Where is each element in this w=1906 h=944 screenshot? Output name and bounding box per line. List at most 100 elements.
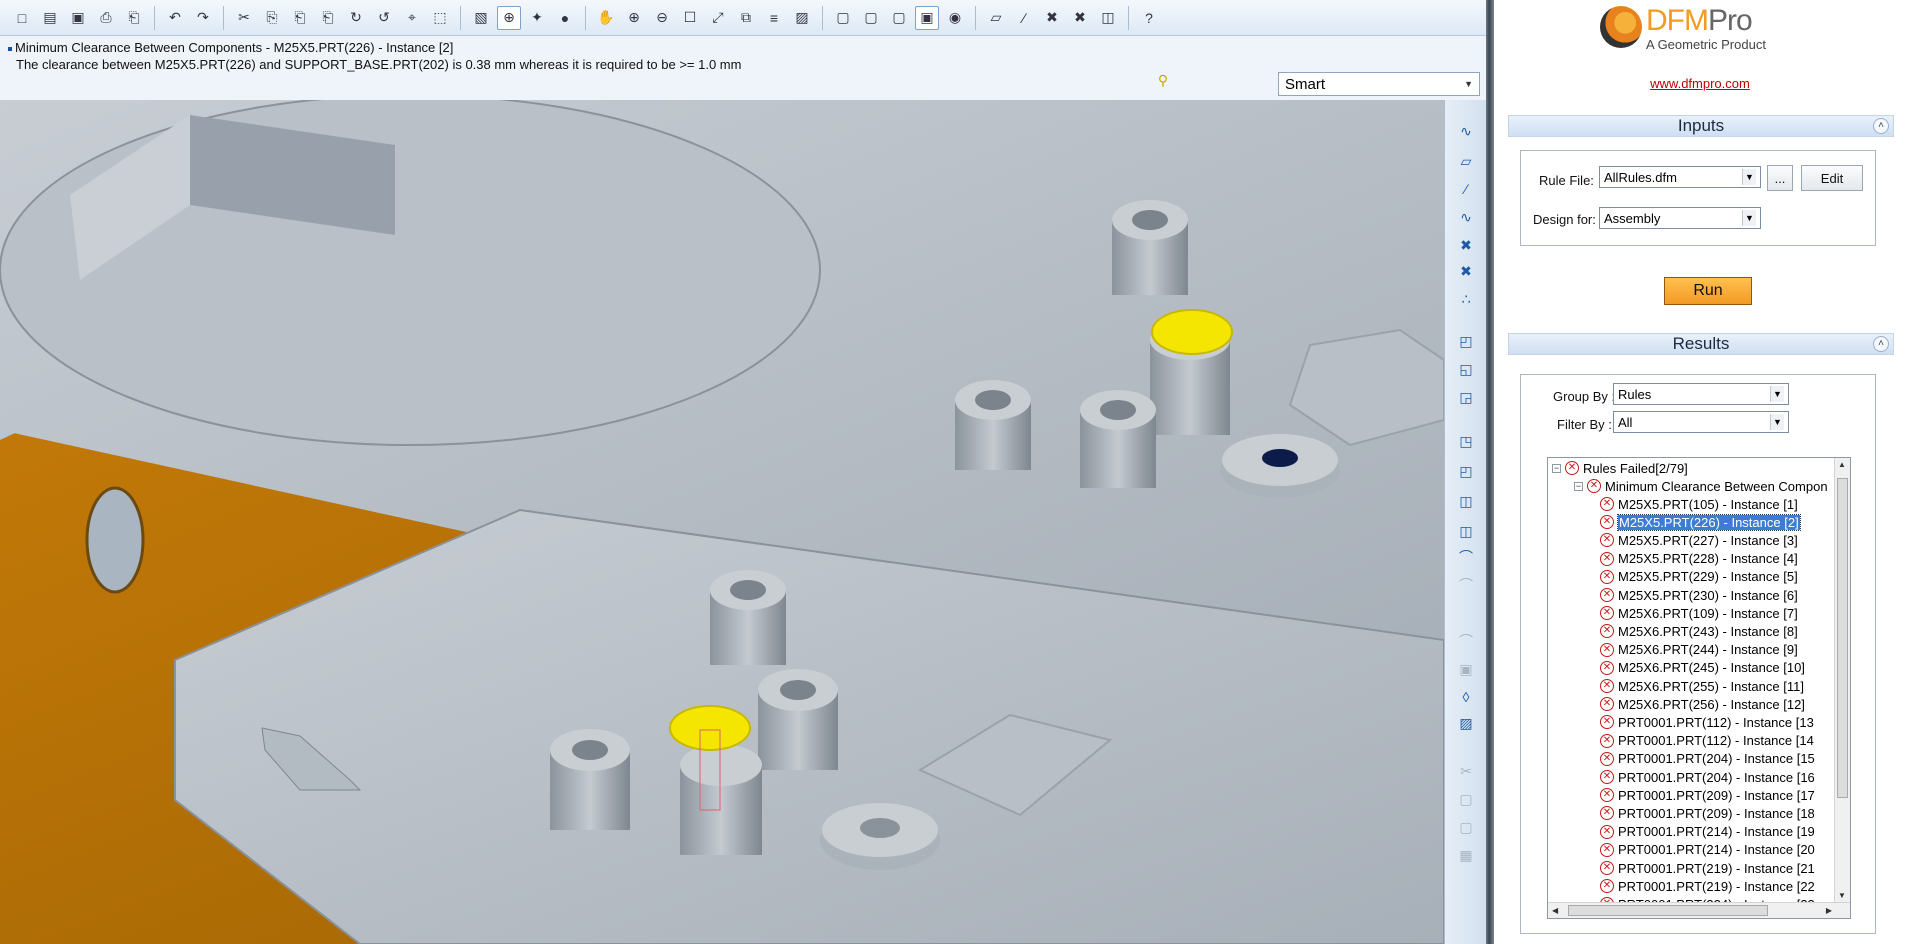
save-icon[interactable]: ▣ xyxy=(66,6,90,30)
3d-model-viewport[interactable] xyxy=(0,100,1444,944)
website-link[interactable]: www.dfmpro.com xyxy=(1494,76,1906,91)
results-section-header[interactable]: Results ˄ xyxy=(1508,333,1894,355)
tree-item[interactable]: ✕ PRT0001.PRT(112) - Instance [13 xyxy=(1600,713,1814,731)
hole-icon[interactable]: ◰ xyxy=(1454,460,1478,482)
shading-icon[interactable]: ▣ xyxy=(915,5,939,30)
select-box-icon[interactable]: ⬚ xyxy=(428,6,452,30)
inputs-section-header[interactable]: Inputs ˄ xyxy=(1508,115,1894,137)
tree-item[interactable]: ✕ M25X6.PRT(244) - Instance [9] xyxy=(1600,641,1798,659)
spin-center-icon[interactable]: ⊕ xyxy=(497,5,521,30)
context-help-icon[interactable]: ? xyxy=(1137,6,1161,30)
tree-item[interactable]: ✕ M25X5.PRT(105) - Instance [1] xyxy=(1600,495,1798,513)
view-manager-icon[interactable]: ▨ xyxy=(790,6,814,30)
group-by-dropdown[interactable]: Rules ▼ xyxy=(1613,383,1789,405)
layers-icon[interactable]: ≡ xyxy=(762,6,786,30)
csys-display-icon[interactable]: ✖ xyxy=(1068,6,1092,30)
sketch-icon[interactable]: ∿ xyxy=(1454,120,1478,142)
scroll-down-icon[interactable]: ▼ xyxy=(1838,891,1846,900)
revolve-icon[interactable]: ◱ xyxy=(1454,358,1478,380)
new-icon[interactable]: □ xyxy=(10,6,34,30)
blend-icon[interactable]: ◳ xyxy=(1454,430,1478,452)
point-icon[interactable]: ✖ xyxy=(1454,234,1478,256)
tree-item[interactable]: ✕ M25X6.PRT(256) - Instance [12] xyxy=(1600,695,1805,713)
chamfer-icon[interactable]: ◫ xyxy=(1454,520,1478,542)
horizontal-scroll-thumb[interactable] xyxy=(1568,905,1768,916)
analysis-icon[interactable]: ∴ xyxy=(1454,288,1478,310)
axis-icon[interactable]: ∕ xyxy=(1454,178,1478,200)
tree-item[interactable]: ✕ M25X5.PRT(226) - Instance [2] xyxy=(1600,513,1801,531)
hidden-line-icon[interactable]: ▢ xyxy=(859,6,883,30)
zoom-out-icon[interactable]: ⊖ xyxy=(650,6,674,30)
datum-display-icon[interactable]: ✦ xyxy=(525,6,549,30)
print-icon[interactable]: ⎙ xyxy=(94,6,118,30)
tree-item[interactable]: ✕ PRT0001.PRT(214) - Instance [20 xyxy=(1600,841,1815,859)
point-display-icon[interactable]: ✖ xyxy=(1040,6,1064,30)
repaint-icon[interactable]: ▧ xyxy=(469,6,493,30)
open-icon[interactable]: ▤ xyxy=(38,6,62,30)
draft-icon[interactable]: ⌒ xyxy=(1454,574,1478,596)
pan-icon[interactable]: ✋ xyxy=(594,6,618,30)
tree-item[interactable]: ✕ M25X6.PRT(255) - Instance [11] xyxy=(1600,677,1804,695)
vertical-scrollbar[interactable]: ▲ ▼ xyxy=(1834,458,1850,902)
regenerate-manager-icon[interactable]: ↺ xyxy=(372,6,396,30)
thicken-icon[interactable]: ▢ xyxy=(1454,816,1478,838)
tree-item[interactable]: ✕ PRT0001.PRT(219) - Instance [22 xyxy=(1600,877,1815,895)
collapse-node-icon[interactable]: − xyxy=(1574,481,1583,491)
tree-item[interactable]: ✕ PRT0001.PRT(219) - Instance [21 xyxy=(1600,859,1815,877)
vertical-scroll-thumb[interactable] xyxy=(1837,478,1848,798)
scroll-right-icon[interactable]: ▶ xyxy=(1826,906,1832,915)
collapse-results-icon[interactable]: ˄ xyxy=(1873,336,1889,352)
shading-edges-icon[interactable]: ◉ xyxy=(943,6,967,30)
tree-item[interactable]: ✕ PRT0001.PRT(204) - Instance [16 xyxy=(1600,768,1815,786)
offset-icon[interactable]: ▢ xyxy=(1454,788,1478,810)
plane-display-icon[interactable]: ▱ xyxy=(984,6,1008,30)
tree-item[interactable]: ✕ PRT0001.PRT(204) - Instance [15 xyxy=(1600,750,1815,768)
tree-item[interactable]: ✕ M25X6.PRT(243) - Instance [8] xyxy=(1600,622,1798,640)
axis-display-icon[interactable]: ∕ xyxy=(1012,6,1036,30)
csys-icon[interactable]: ✖ xyxy=(1454,260,1478,282)
sweep-icon[interactable]: ◲ xyxy=(1454,386,1478,408)
tree-item[interactable]: ✕ M25X6.PRT(109) - Instance [7] xyxy=(1600,604,1798,622)
edit-button[interactable]: Edit xyxy=(1801,165,1863,191)
tree-item[interactable]: ✕ M25X5.PRT(228) - Instance [4] xyxy=(1600,550,1798,568)
tree-item[interactable]: ✕ M25X5.PRT(230) - Instance [6] xyxy=(1600,586,1798,604)
trim-icon[interactable]: ✂ xyxy=(1454,760,1478,782)
round-icon[interactable]: ◫ xyxy=(1454,490,1478,512)
redo-icon[interactable]: ↷ xyxy=(191,6,215,30)
selection-filter-dropdown[interactable]: Smart ▼ xyxy=(1278,72,1480,96)
scroll-up-icon[interactable]: ▲ xyxy=(1838,460,1846,469)
horizontal-scrollbar[interactable]: ◀ ▶ xyxy=(1548,902,1850,918)
zoom-in-icon[interactable]: ⊕ xyxy=(622,6,646,30)
run-button[interactable]: Run xyxy=(1664,277,1752,305)
panel-splitter[interactable] xyxy=(1486,0,1494,944)
find-icon[interactable]: ⌖ xyxy=(400,6,424,30)
tree-item[interactable]: ✕ PRT0001.PRT(112) - Instance [14 xyxy=(1600,732,1814,750)
saved-views-icon[interactable]: ⧉ xyxy=(734,6,758,30)
filter-by-dropdown[interactable]: All ▼ xyxy=(1613,411,1789,433)
browse-button[interactable]: ... xyxy=(1767,165,1793,191)
paste-icon[interactable]: ⎗ xyxy=(288,6,312,30)
tree-item[interactable]: ✕ PRT0001.PRT(214) - Instance [19 xyxy=(1600,823,1815,841)
merge-icon[interactable]: ▨ xyxy=(1454,712,1478,734)
paste-special-icon[interactable]: ⎗ xyxy=(316,6,340,30)
extrude-icon[interactable]: ◰ xyxy=(1454,330,1478,352)
tree-item[interactable]: ✕ M25X5.PRT(229) - Instance [5] xyxy=(1600,568,1798,586)
copy-icon[interactable]: ⎘ xyxy=(260,6,284,30)
no-hidden-icon[interactable]: ▢ xyxy=(887,6,911,30)
undo-icon[interactable]: ↶ xyxy=(163,6,187,30)
cut-icon[interactable]: ✂ xyxy=(232,6,256,30)
mirror-icon[interactable]: ◊ xyxy=(1454,686,1478,708)
tree-item[interactable]: ✕ M25X6.PRT(245) - Instance [10] xyxy=(1600,659,1805,677)
appearance-icon[interactable]: ● xyxy=(553,6,577,30)
orient-icon[interactable]: ⤢ xyxy=(706,6,730,30)
scroll-left-icon[interactable]: ◀ xyxy=(1552,906,1558,915)
pattern-icon[interactable]: ▣ xyxy=(1454,658,1478,680)
plane-icon[interactable]: ▱ xyxy=(1454,150,1478,172)
tree-item[interactable]: ✕ M25X5.PRT(227) - Instance [3] xyxy=(1600,531,1798,549)
solidify-icon[interactable]: ▦ xyxy=(1454,844,1478,866)
results-tree[interactable]: − ✕ Rules Failed[2/79] − ✕ Minimum Clear… xyxy=(1547,457,1851,919)
message-pin-icon[interactable]: ⚲ xyxy=(1152,72,1174,94)
wireframe-icon[interactable]: ▢ xyxy=(831,6,855,30)
tree-item[interactable]: ✕ PRT0001.PRT(209) - Instance [17 xyxy=(1600,786,1815,804)
tree-item[interactable]: ✕ PRT0001.PRT(209) - Instance [18 xyxy=(1600,804,1815,822)
